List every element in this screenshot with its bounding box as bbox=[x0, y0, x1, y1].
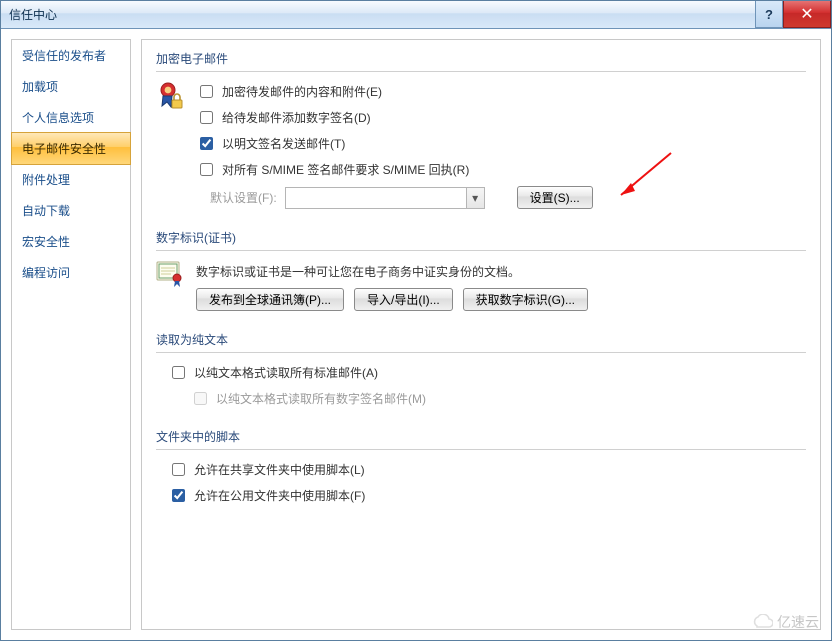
cert-description: 数字标识或证书是一种可让您在电子商务中证实身份的文档。 bbox=[196, 263, 806, 280]
default-settings-combo[interactable]: ▾ bbox=[285, 187, 485, 209]
plaintext-header: 读取为纯文本 bbox=[156, 321, 806, 353]
label-smime-receipt: 对所有 S/MIME 签名邮件要求 S/MIME 回执(R) bbox=[222, 161, 469, 178]
checkbox-scripts-shared[interactable] bbox=[172, 463, 185, 476]
cert-header: 数字标识(证书) bbox=[156, 219, 806, 251]
default-label: 默认设置(F): bbox=[196, 189, 277, 206]
dialog-window: 信任中心 ? ✕ 受信任的发布者 加载项 个人信息选项 电子邮件安全性 附件处理… bbox=[0, 0, 832, 641]
checkbox-add-signature[interactable] bbox=[200, 111, 213, 124]
cert-section: 数字标识(证书) 数字标识或证 bbox=[156, 219, 806, 311]
opt-add-signature: 给待发邮件添加数字签名(D) bbox=[196, 108, 806, 127]
checkbox-plain-standard[interactable] bbox=[172, 366, 185, 379]
settings-button[interactable]: 设置(S)... bbox=[517, 186, 593, 209]
opt-smime-receipt: 对所有 S/MIME 签名邮件要求 S/MIME 回执(R) bbox=[196, 160, 806, 179]
opt-plain-signed: 以纯文本格式读取所有数字签名邮件(M) bbox=[168, 389, 806, 408]
watermark: 亿速云 bbox=[751, 612, 819, 632]
ribbon-lock-icon bbox=[156, 82, 184, 209]
encrypt-header: 加密电子邮件 bbox=[156, 40, 806, 72]
opt-scripts-shared: 允许在共享文件夹中使用脚本(L) bbox=[168, 460, 806, 479]
opt-cleartext-sign: 以明文签名发送邮件(T) bbox=[196, 134, 806, 153]
get-digital-id-button[interactable]: 获取数字标识(G)... bbox=[463, 288, 588, 311]
sidebar-item-auto-download[interactable]: 自动下载 bbox=[12, 195, 130, 226]
chevron-down-icon: ▾ bbox=[466, 188, 484, 208]
scripts-header: 文件夹中的脚本 bbox=[156, 418, 806, 450]
sidebar-item-program-access[interactable]: 编程访问 bbox=[12, 257, 130, 288]
label-scripts-shared: 允许在共享文件夹中使用脚本(L) bbox=[194, 461, 365, 478]
checkbox-scripts-public[interactable] bbox=[172, 489, 185, 502]
label-encrypt-content: 加密待发邮件的内容和附件(E) bbox=[222, 83, 382, 100]
plaintext-section: 读取为纯文本 以纯文本格式读取所有标准邮件(A) 以纯文本格式读取所有数字签名邮… bbox=[156, 321, 806, 408]
close-button[interactable]: ✕ bbox=[783, 1, 831, 28]
certificate-icon bbox=[156, 261, 184, 287]
encrypt-section: 加密电子邮件 加密待发邮件的内 bbox=[156, 40, 806, 209]
label-plain-signed: 以纯文本格式读取所有数字签名邮件(M) bbox=[216, 390, 426, 407]
publish-gal-button[interactable]: 发布到全球通讯簿(P)... bbox=[196, 288, 344, 311]
settings-pane: 加密电子邮件 加密待发邮件的内 bbox=[141, 39, 821, 630]
checkbox-cleartext-sign[interactable] bbox=[200, 137, 213, 150]
sidebar-item-email-security[interactable]: 电子邮件安全性 bbox=[11, 132, 131, 165]
label-cleartext-sign: 以明文签名发送邮件(T) bbox=[222, 135, 345, 152]
opt-plain-standard: 以纯文本格式读取所有标准邮件(A) bbox=[168, 363, 806, 382]
default-settings-row: 默认设置(F): ▾ 设置(S)... bbox=[196, 186, 806, 209]
opt-encrypt-content: 加密待发邮件的内容和附件(E) bbox=[196, 82, 806, 101]
window-title: 信任中心 bbox=[9, 6, 57, 23]
title-bar: 信任中心 ? ✕ bbox=[1, 1, 831, 29]
dialog-body: 受信任的发布者 加载项 个人信息选项 电子邮件安全性 附件处理 自动下载 宏安全… bbox=[1, 29, 831, 640]
opt-scripts-public: 允许在公用文件夹中使用脚本(F) bbox=[168, 486, 806, 505]
checkbox-smime-receipt[interactable] bbox=[200, 163, 213, 176]
sidebar-item-macro-security[interactable]: 宏安全性 bbox=[12, 226, 130, 257]
sidebar-item-trusted-publishers[interactable]: 受信任的发布者 bbox=[12, 40, 130, 71]
scripts-section: 文件夹中的脚本 允许在共享文件夹中使用脚本(L) 允许在公用文件夹中使用脚本(F… bbox=[156, 418, 806, 505]
label-scripts-public: 允许在公用文件夹中使用脚本(F) bbox=[194, 487, 365, 504]
help-button[interactable]: ? bbox=[755, 1, 783, 28]
window-controls: ? ✕ bbox=[755, 1, 831, 28]
sidebar-item-addins[interactable]: 加载项 bbox=[12, 71, 130, 102]
label-plain-standard: 以纯文本格式读取所有标准邮件(A) bbox=[194, 364, 378, 381]
checkbox-plain-signed bbox=[194, 392, 207, 405]
sidebar-item-privacy[interactable]: 个人信息选项 bbox=[12, 102, 130, 133]
sidebar-item-attachments[interactable]: 附件处理 bbox=[12, 164, 130, 195]
category-sidebar: 受信任的发布者 加载项 个人信息选项 电子邮件安全性 附件处理 自动下载 宏安全… bbox=[11, 39, 131, 630]
label-add-signature: 给待发邮件添加数字签名(D) bbox=[222, 109, 371, 126]
import-export-button[interactable]: 导入/导出(I)... bbox=[354, 288, 453, 311]
checkbox-encrypt-content[interactable] bbox=[200, 85, 213, 98]
